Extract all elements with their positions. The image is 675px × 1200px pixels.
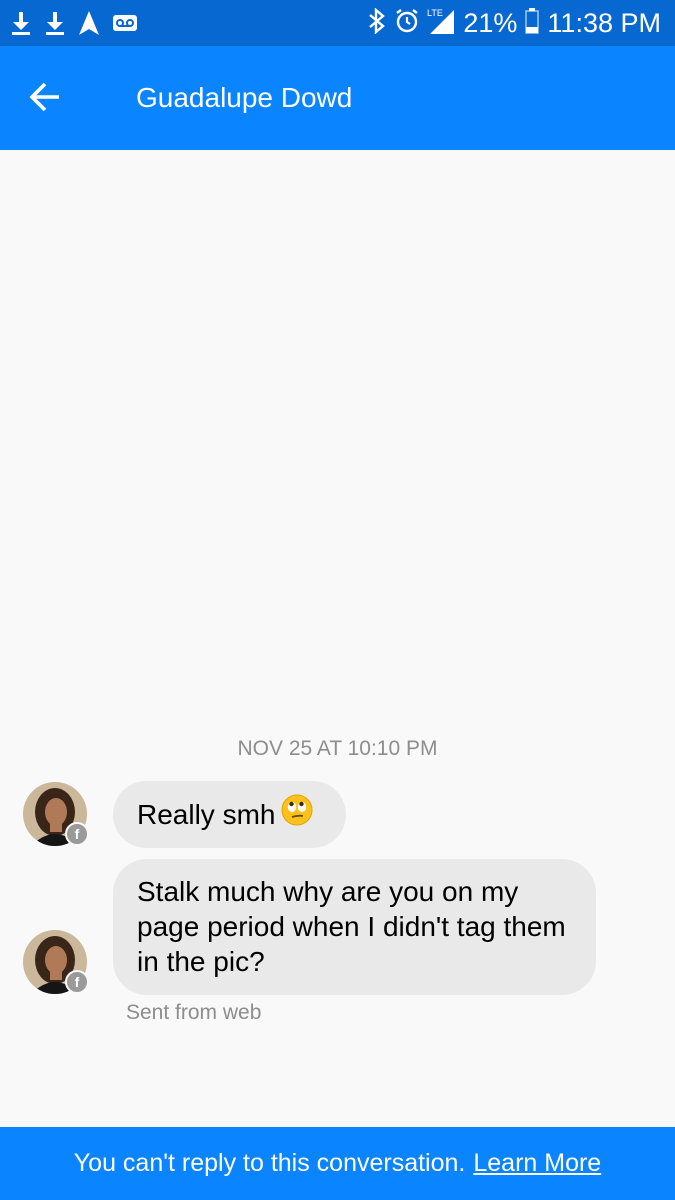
download-icon — [44, 11, 66, 35]
message-bubble[interactable]: Really smh — [113, 781, 346, 848]
network-label: LTE — [427, 8, 443, 18]
download-icon — [10, 11, 32, 35]
message-thread[interactable]: NOV 25 AT 10:10 PM f Really smh f Stalk … — [0, 150, 675, 1127]
learn-more-link[interactable]: Learn More — [473, 1149, 601, 1178]
contact-name[interactable]: Guadalupe Dowd — [136, 76, 352, 120]
message-bubble[interactable]: Stalk much why are you on my page period… — [113, 859, 596, 995]
lte-signal-icon: LTE — [427, 7, 455, 40]
rolling-eyes-emoji-icon — [281, 794, 313, 834]
status-time: 11:38 PM — [547, 8, 661, 38]
bluetooth-icon — [367, 6, 387, 39]
alarm-icon — [395, 8, 419, 39]
battery-percent: 21% — [463, 8, 518, 38]
sent-from-label: Sent from web — [126, 1001, 262, 1024]
battery-icon — [525, 7, 540, 39]
status-indicators: LTE 21% 11:38 PM — [367, 5, 661, 41]
voicemail-icon — [112, 13, 138, 33]
arrow-left-icon — [28, 81, 62, 118]
status-bar: LTE 21% 11:38 PM — [0, 0, 675, 46]
message-timestamp: NOV 25 AT 10:10 PM — [237, 737, 438, 760]
message-text: Stalk much why are you on my page period… — [137, 876, 566, 977]
reply-disabled-notice: You can't reply to this conversation. — [73, 1149, 466, 1177]
avatar[interactable]: f — [23, 930, 89, 994]
avatar[interactable]: f — [23, 782, 89, 846]
back-button[interactable] — [20, 74, 70, 124]
navigation-icon — [78, 10, 100, 36]
facebook-badge-icon: f — [65, 822, 89, 846]
facebook-badge-icon: f — [65, 970, 89, 994]
message-text: Really smh — [137, 799, 276, 830]
reply-disabled-banner: You can't reply to this conversation. Le… — [0, 1127, 675, 1200]
status-notifications — [10, 7, 138, 39]
app-bar: Guadalupe Dowd — [0, 46, 675, 150]
